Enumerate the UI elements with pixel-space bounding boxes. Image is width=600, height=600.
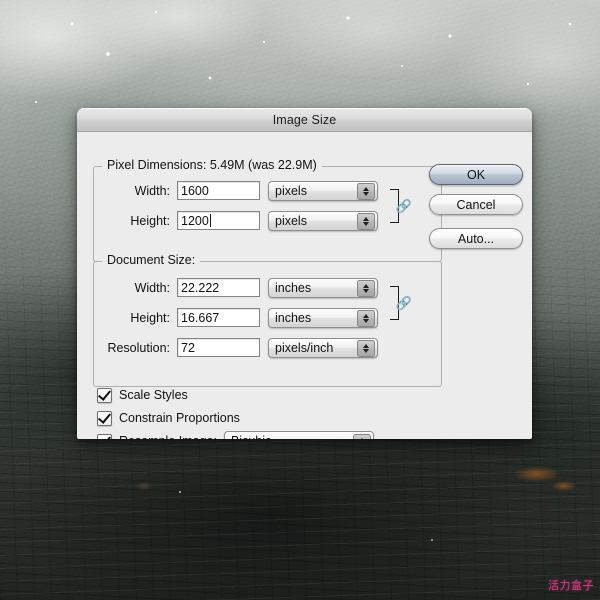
document-size-link-group: 🔗	[390, 286, 412, 320]
pixel-width-stepper[interactable]	[357, 183, 375, 200]
resample-image-checkbox[interactable]	[97, 433, 112, 439]
chevron-down-icon	[363, 289, 369, 293]
chain-link-icon: 🔗	[395, 295, 412, 311]
scale-styles-checkbox[interactable]	[97, 387, 112, 403]
pixel-height-label: Height:	[130, 213, 170, 228]
pixel-dimensions-link-group: 🔗	[390, 189, 412, 223]
chevron-up-icon	[363, 344, 369, 348]
constrain-proportions-row[interactable]: Constrain Proportions	[97, 408, 240, 428]
pixel-height-value: 1200	[181, 213, 209, 228]
chevron-up-icon	[363, 284, 369, 288]
auto-button-label: Auto...	[457, 231, 495, 246]
dialog-body: Pixel Dimensions: 5.49M (was 22.9M) Widt…	[77, 132, 532, 439]
ok-button-label: OK	[466, 167, 486, 182]
auto-button[interactable]: Auto...	[429, 228, 523, 249]
doc-height-input[interactable]: 16.667	[177, 308, 260, 327]
resample-image-row[interactable]: Resample Image: Bicubic	[97, 431, 374, 439]
pixel-width-unit-select[interactable]: pixels	[268, 180, 378, 201]
pixel-height-input[interactable]: 1200	[177, 211, 260, 230]
doc-height-unit-value: inches	[275, 310, 312, 325]
resample-method-stepper[interactable]	[352, 433, 371, 439]
doc-resolution-stepper[interactable]	[357, 340, 375, 357]
pixel-height-row: Height: 1200 pixels	[99, 210, 378, 231]
chevron-down-icon	[363, 349, 369, 353]
doc-width-value: 22.222	[181, 280, 220, 295]
chevron-up-icon	[363, 314, 369, 318]
pixel-width-unit-value: pixels	[275, 183, 307, 198]
chevron-down-icon	[363, 222, 369, 226]
image-size-dialog: Image Size Pixel Dimensions: 5.49M (was …	[77, 108, 532, 439]
doc-width-stepper[interactable]	[357, 280, 375, 297]
pixel-width-value: 1600	[181, 183, 209, 198]
doc-width-row: Width: 22.222 inches	[99, 277, 378, 298]
scale-styles-label: Scale Styles	[119, 388, 188, 402]
pixel-width-label: Width:	[134, 183, 170, 198]
doc-resolution-unit-value: pixels/inch	[275, 340, 334, 355]
ok-button[interactable]: OK	[429, 164, 523, 185]
pixel-dimensions-legend: Pixel Dimensions: 5.49M (was 22.9M)	[102, 158, 322, 172]
doc-width-unit-value: inches	[275, 280, 312, 295]
constrain-proportions-checkbox[interactable]	[97, 410, 112, 426]
doc-resolution-value: 72	[181, 340, 195, 355]
doc-height-stepper[interactable]	[357, 310, 375, 327]
watermark: 活力盒子	[548, 579, 594, 592]
doc-resolution-unit-select[interactable]: pixels/inch	[268, 337, 378, 358]
constrain-proportions-label: Constrain Proportions	[119, 411, 240, 425]
doc-width-input[interactable]: 22.222	[177, 278, 260, 297]
dialog-title: Image Size	[272, 112, 337, 127]
chevron-down-icon	[363, 319, 369, 323]
doc-height-unit-select[interactable]: inches	[268, 307, 378, 328]
doc-resolution-input[interactable]: 72	[177, 338, 260, 357]
pixel-width-row: Width: 1600 pixels	[99, 180, 378, 201]
resample-method-select[interactable]: Bicubic	[223, 431, 374, 439]
resample-method-value: Bicubic	[231, 434, 271, 439]
pixel-width-input[interactable]: 1600	[177, 181, 260, 200]
dialog-titlebar[interactable]: Image Size	[77, 108, 532, 132]
cancel-button-label: Cancel	[456, 197, 496, 212]
pixel-height-unit-value: pixels	[275, 213, 307, 228]
cancel-button[interactable]: Cancel	[429, 194, 523, 215]
chevron-up-icon	[363, 217, 369, 221]
text-caret	[209, 214, 211, 227]
doc-width-unit-select[interactable]: inches	[268, 277, 378, 298]
chevron-down-icon	[363, 192, 369, 196]
chevron-up-icon	[358, 437, 365, 439]
document-size-legend: Document Size:	[102, 253, 201, 267]
scale-styles-row[interactable]: Scale Styles	[97, 385, 188, 405]
chevron-up-icon	[363, 187, 369, 191]
doc-resolution-label: Resolution:	[107, 340, 170, 355]
pixel-height-unit-select[interactable]: pixels	[268, 210, 378, 231]
doc-resolution-row: Resolution: 72 pixels/inch	[99, 337, 378, 358]
doc-width-label: Width:	[134, 280, 170, 295]
doc-height-value: 16.667	[181, 310, 220, 325]
chain-link-icon: 🔗	[395, 198, 412, 214]
doc-height-row: Height: 16.667 inches	[99, 307, 378, 328]
resample-image-label: Resample Image:	[119, 434, 217, 439]
doc-height-label: Height:	[130, 310, 170, 325]
pixel-height-stepper[interactable]	[357, 213, 375, 230]
